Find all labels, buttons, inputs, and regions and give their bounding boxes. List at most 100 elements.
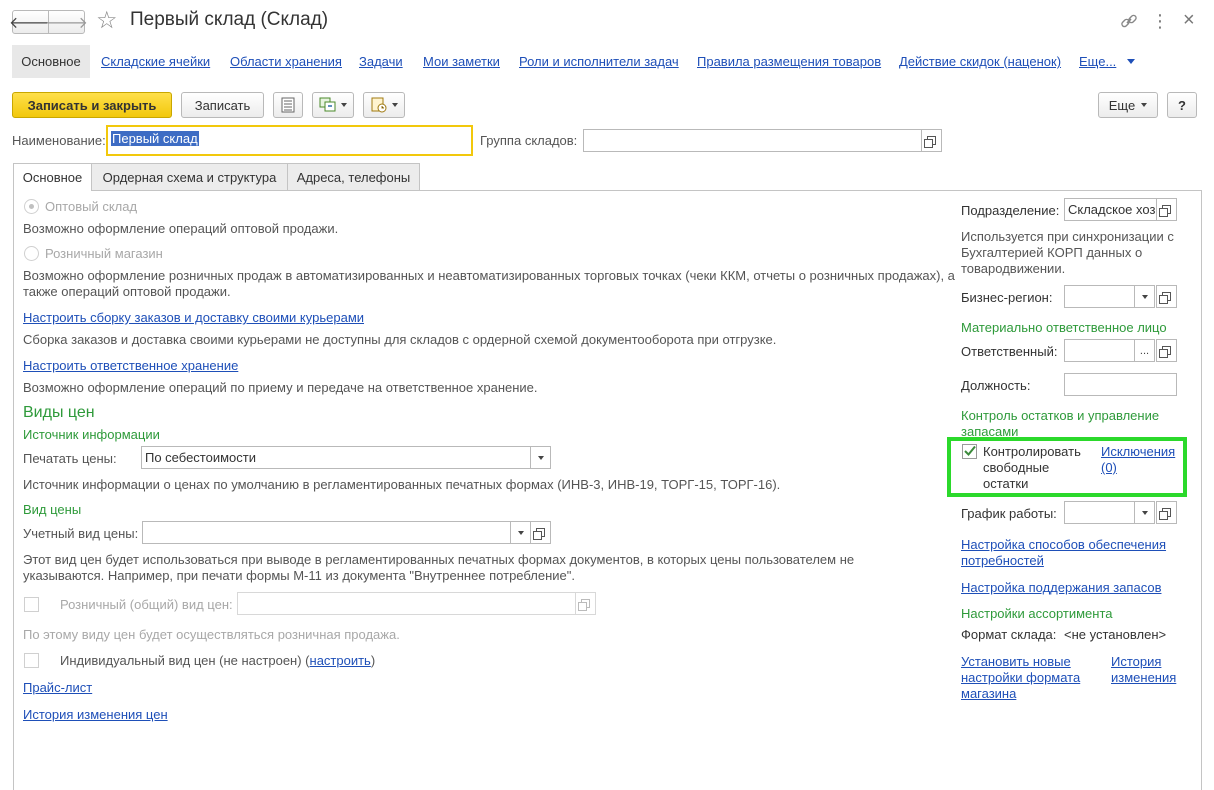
chevron-down-icon xyxy=(1141,294,1148,299)
save-button[interactable]: Записать xyxy=(181,92,264,118)
region-open[interactable] xyxy=(1156,285,1177,308)
nav-item-roles[interactable]: Роли и исполнители задач xyxy=(519,54,679,69)
star-icon[interactable]: ☆ xyxy=(96,6,118,36)
document-list-button[interactable] xyxy=(273,92,303,118)
nav-item-main[interactable]: Основное xyxy=(12,45,90,78)
region-dropdown[interactable] xyxy=(1134,285,1155,308)
more-button[interactable]: Еще xyxy=(1098,92,1158,118)
nav-item-areas[interactable]: Области хранения xyxy=(230,54,342,69)
wholesale-desc: Возможно оформление операций оптовой про… xyxy=(23,221,339,236)
tab-addresses[interactable]: Адреса, телефоны xyxy=(287,163,420,190)
chevron-down-icon xyxy=(1141,510,1148,515)
forward-button[interactable]: 🡒 xyxy=(45,10,88,34)
help-button[interactable]: ? xyxy=(1167,92,1197,118)
control-free-stock-checkbox[interactable] xyxy=(962,444,977,459)
responsible-select-button[interactable]: ... xyxy=(1134,339,1155,362)
name-value: Первый склад xyxy=(111,131,199,146)
checkmark-icon xyxy=(964,445,976,456)
exceptions-link[interactable]: Исключения (0) xyxy=(1101,444,1181,476)
open-icon xyxy=(533,528,545,540)
division-input[interactable]: Складское хоз xyxy=(1064,198,1157,221)
nav-item-discounts[interactable]: Действие скидок (наценок) xyxy=(899,54,1061,69)
supply-methods-link[interactable]: Настройка способов обеспечения потребнос… xyxy=(961,537,1181,569)
chevron-down-icon xyxy=(517,530,524,535)
open-icon xyxy=(1159,346,1171,358)
group-open-button[interactable] xyxy=(921,129,942,152)
retail-label: Розничный магазин xyxy=(45,246,163,261)
new-format-link[interactable]: Установить новые настройки формата магаз… xyxy=(961,654,1091,702)
account-price-dropdown[interactable] xyxy=(510,521,531,544)
window-title: Первый склад (Склад) xyxy=(130,9,329,30)
individual-price-checkbox[interactable] xyxy=(24,653,39,668)
account-price-input[interactable] xyxy=(142,521,511,544)
position-input[interactable] xyxy=(1064,373,1177,396)
storage-link[interactable]: Настроить ответственное хранение xyxy=(23,358,238,373)
nav-item-cells[interactable]: Складские ячейки xyxy=(101,54,210,69)
name-field[interactable]: Первый склад xyxy=(106,125,473,156)
nav-item-placement[interactable]: Правила размещения товаров xyxy=(697,54,881,69)
price-history-link[interactable]: История изменения цен xyxy=(23,707,168,722)
retail-price-checkbox[interactable] xyxy=(24,597,39,612)
format-label: Формат склада: xyxy=(961,627,1057,642)
more-menu-icon[interactable]: ⋮ xyxy=(1151,10,1169,32)
nav-item-more[interactable]: Еще... xyxy=(1079,54,1116,69)
print-reports-button[interactable] xyxy=(363,92,405,118)
nav-item-tasks[interactable]: Задачи xyxy=(359,54,403,69)
format-value: <не установлен> xyxy=(1064,627,1167,642)
account-price-desc: Этот вид цен будет использоваться при вы… xyxy=(23,552,855,583)
retail-price-open[interactable] xyxy=(575,592,596,615)
wholesale-label: Оптовый склад xyxy=(45,199,138,214)
print-prices-select[interactable]: По себестоимости xyxy=(141,446,531,469)
stock-heading: Контроль остатков и управление запасами xyxy=(961,408,1160,439)
retail-price-input[interactable] xyxy=(237,592,576,615)
tab-order-scheme[interactable]: Ордерная схема и структура xyxy=(91,163,288,190)
price-kind-heading: Вид цены xyxy=(23,502,82,517)
create-based-on-button[interactable] xyxy=(312,92,354,118)
responsible-label: Ответственный: xyxy=(961,344,1058,359)
division-desc: Используется при синхронизации с Бухгалт… xyxy=(961,229,1174,276)
link-icon[interactable] xyxy=(1119,11,1139,31)
individual-price-setup-link[interactable]: настроить xyxy=(310,653,371,668)
retail-desc: Возможно оформление розничных продаж в а… xyxy=(23,268,955,299)
assortment-heading: Настройки ассортимента xyxy=(961,606,1113,621)
responsible-input[interactable] xyxy=(1064,339,1135,362)
storage-desc: Возможно оформление операций по приему и… xyxy=(23,380,538,395)
schedule-open[interactable] xyxy=(1156,501,1177,524)
open-icon xyxy=(1159,205,1171,217)
division-open[interactable] xyxy=(1156,198,1177,221)
format-history-link[interactable]: История изменения xyxy=(1111,654,1186,686)
print-prices-dropdown[interactable] xyxy=(530,446,551,469)
schedule-dropdown[interactable] xyxy=(1134,501,1155,524)
back-button[interactable]: 🡐 xyxy=(9,10,52,34)
wholesale-radio[interactable] xyxy=(24,199,39,214)
nav-item-notes[interactable]: Мои заметки xyxy=(423,54,500,69)
control-free-stock-label: Контролировать свободные остатки xyxy=(983,444,1081,491)
delivery-desc: Сборка заказов и доставка своими курьера… xyxy=(23,332,777,347)
responsible-open[interactable] xyxy=(1156,339,1177,362)
ellipsis-icon: ... xyxy=(1139,344,1150,357)
source-heading: Источник информации xyxy=(23,427,160,442)
retail-radio[interactable] xyxy=(24,246,39,261)
open-icon xyxy=(1159,508,1171,520)
source-desc: Источник информации о ценах по умолчанию… xyxy=(23,477,781,492)
close-icon[interactable]: × xyxy=(1183,8,1195,32)
open-icon xyxy=(578,599,590,611)
open-icon xyxy=(924,136,936,148)
chevron-down-icon xyxy=(392,103,398,107)
schedule-input[interactable] xyxy=(1064,501,1135,524)
account-price-label: Учетный вид цены: xyxy=(23,526,139,541)
chevron-down-icon xyxy=(341,103,347,107)
reserve-settings-link[interactable]: Настройка поддержания запасов xyxy=(961,580,1161,595)
document-list-icon xyxy=(281,97,295,113)
individual-price-label: Индивидуальный вид цен (не настроен) ( xyxy=(60,653,310,668)
save-close-button[interactable]: Записать и закрыть xyxy=(12,92,172,118)
name-label: Наименование: xyxy=(12,133,106,148)
pricelist-link[interactable]: Прайс-лист xyxy=(23,680,92,695)
position-label: Должность: xyxy=(961,378,1031,393)
tab-main[interactable]: Основное xyxy=(13,163,92,191)
retail-price-desc: По этому виду цен будет осуществляться р… xyxy=(23,627,400,642)
account-price-open[interactable] xyxy=(530,521,551,544)
region-input[interactable] xyxy=(1064,285,1135,308)
delivery-link[interactable]: Настроить сборку заказов и доставку свои… xyxy=(23,310,364,325)
group-input[interactable] xyxy=(583,129,922,152)
